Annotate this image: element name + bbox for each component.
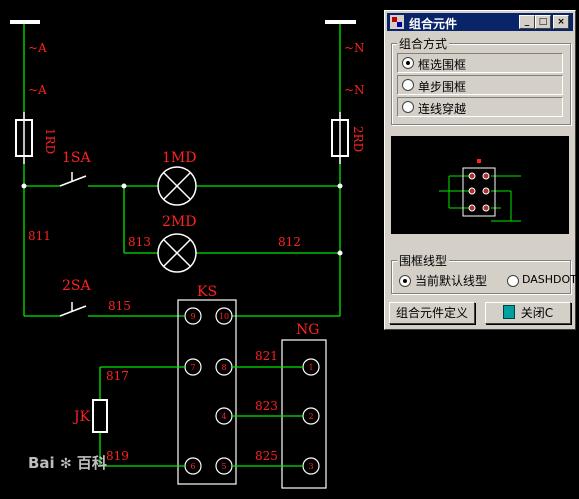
lamp-1md[interactable] — [157, 166, 197, 206]
ng-terminal-num: 2 — [308, 412, 313, 421]
maximize-button[interactable]: □ — [535, 15, 551, 29]
linetype-radio-dashdot[interactable] — [507, 275, 519, 287]
watermark-logo-text: Bai — [28, 454, 55, 472]
left-rail — [23, 24, 341, 317]
lamp-2md[interactable] — [157, 233, 197, 273]
mode-option-label: 连线穿越 — [418, 102, 467, 116]
linetype-radio-default[interactable] — [399, 275, 411, 287]
watermark-suffix: 百科 — [76, 454, 107, 472]
define-component-button[interactable]: 组合元件定义 — [389, 302, 475, 324]
mode-group-label: 组合方式 — [397, 35, 450, 52]
wire-label-817: 817 — [106, 369, 129, 383]
relay-jk[interactable] — [92, 399, 108, 433]
label-2rd: 2RD — [351, 126, 365, 152]
label-ks: KS — [197, 284, 217, 300]
ng-terminal-num: 1 — [308, 363, 313, 372]
close-button-label: 关闭C — [520, 306, 554, 320]
label-ng: NG — [296, 322, 319, 338]
radio-icon[interactable] — [402, 79, 414, 91]
label-jk: JK — [72, 409, 91, 425]
ks-terminal-num: 7 — [190, 363, 195, 372]
wire-label-812: 812 — [278, 235, 301, 249]
label-1sa: 1SA — [62, 150, 91, 166]
mode-option-label: 单步围框 — [418, 80, 467, 94]
label-1rd: 1RD — [43, 128, 57, 154]
wire-label-825: 825 — [255, 449, 278, 463]
mode-option-crossing[interactable]: 连线穿越 — [397, 97, 563, 117]
label-a-top: ~A — [28, 41, 47, 55]
ks-terminal-num: 9 — [190, 312, 195, 321]
minimize-button[interactable]: _ — [519, 15, 535, 29]
close-button[interactable]: 关闭C — [485, 302, 571, 324]
radio-selected-icon[interactable] — [402, 57, 414, 69]
close-window-button[interactable]: × — [553, 15, 569, 29]
dialog-titlebar[interactable]: 组合元件 _ □ × — [387, 13, 573, 31]
wire-label-813: 813 — [128, 235, 151, 249]
junction-dot — [21, 183, 27, 189]
ks-terminal-num: 10 — [219, 312, 229, 321]
ks-terminal-num: 4 — [221, 412, 226, 421]
preview-canvas — [391, 136, 569, 234]
mode-option-step[interactable]: 单步围框 — [397, 75, 563, 95]
mode-option-label: 框选围框 — [418, 58, 467, 72]
linetype-group-label: 围框线型 — [397, 252, 450, 269]
wire-label-811: 811 — [28, 229, 51, 243]
paw-icon: ✻ — [59, 456, 72, 472]
label-n-mid: ~N — [344, 83, 365, 97]
junction-dot — [337, 250, 343, 256]
ks-terminal-num: 8 — [221, 363, 226, 372]
dialog-title: 组合元件 — [409, 17, 458, 31]
ng-terminal-num: 3 — [308, 462, 313, 471]
junction-dot — [121, 183, 127, 189]
combine-component-dialog: 组合元件 _ □ × 组合方式 框选围框 单步围框 连线穿越 围框线型 当前默认… — [384, 10, 577, 330]
app-icon — [390, 15, 404, 29]
exit-door-icon — [502, 305, 515, 319]
label-2md: 2MD — [162, 214, 196, 230]
block-ks[interactable] — [177, 299, 237, 485]
switch-1sa[interactable] — [59, 172, 87, 187]
switch-2sa[interactable] — [59, 302, 87, 317]
wire-label-819: 819 — [106, 449, 129, 463]
junction-dot — [337, 183, 343, 189]
radio-icon[interactable] — [402, 101, 414, 113]
label-1md: 1MD — [162, 150, 196, 166]
wire-label-823: 823 — [255, 399, 278, 413]
wire-label-815: 815 — [108, 299, 131, 313]
mode-option-box-select[interactable]: 框选围框 — [397, 53, 563, 73]
baidu-watermark: Bai ✻ 百科 — [28, 452, 107, 473]
label-n-top: ~N — [344, 41, 365, 55]
ks-terminal-num: 5 — [221, 462, 226, 471]
linetype-dashdot-label: DASHDOT — [522, 273, 577, 286]
label-2sa: 2SA — [62, 278, 91, 294]
wire-label-821: 821 — [255, 349, 278, 363]
ks-terminal-num: 6 — [190, 462, 195, 471]
linetype-default-label: 当前默认线型 — [415, 274, 488, 288]
label-a-mid: ~A — [28, 83, 47, 97]
